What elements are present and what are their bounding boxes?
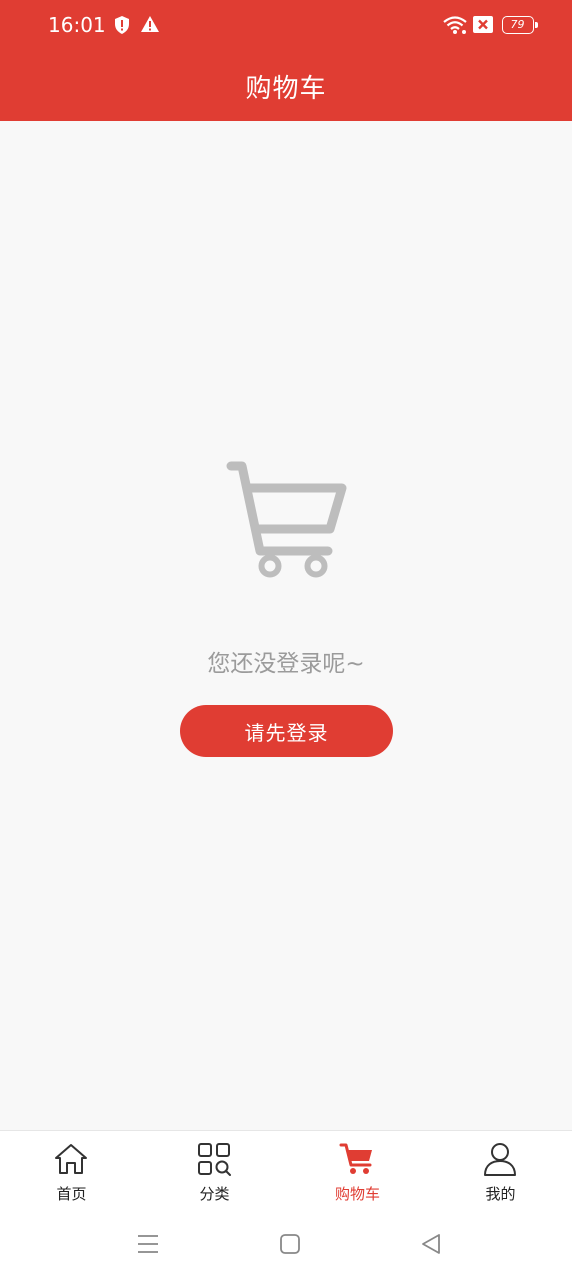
login-button[interactable]: 请先登录: [180, 705, 393, 757]
tab-label: 分类: [199, 1185, 230, 1203]
status-time: 16:01: [48, 13, 106, 37]
system-nav-bar: [0, 1214, 572, 1280]
tab-label: 购物车: [334, 1185, 380, 1203]
tab-label: 首页: [56, 1185, 87, 1203]
app-header: 16:01 79 购物车: [0, 0, 572, 121]
tab-cart[interactable]: 购物车: [286, 1131, 429, 1215]
wifi-icon: [443, 16, 467, 34]
warning-icon: [141, 16, 159, 32]
menu-icon[interactable]: [137, 1233, 159, 1255]
profile-icon: [484, 1143, 516, 1176]
home-icon: [55, 1144, 87, 1174]
home-square-icon[interactable]: [280, 1233, 300, 1255]
empty-cart-message: 您还没登录呢~: [207, 651, 365, 677]
tab-profile[interactable]: 我的: [429, 1131, 572, 1215]
shield-icon: [115, 16, 129, 34]
bottom-tab-bar: 首页 分类 购物车 我的: [0, 1130, 572, 1214]
tab-category[interactable]: 分类: [143, 1131, 286, 1215]
category-icon: [198, 1143, 231, 1176]
tab-label: 我的: [485, 1185, 516, 1203]
cart-icon: [226, 461, 347, 578]
battery-icon: 79: [502, 16, 538, 34]
tab-home[interactable]: 首页: [0, 1131, 143, 1215]
back-triangle-icon[interactable]: [420, 1233, 442, 1255]
battery-level: 79: [510, 18, 525, 31]
page-title: 购物车: [245, 74, 327, 104]
cart-icon: [339, 1143, 372, 1174]
cart-content: [0, 121, 572, 1130]
sim-blocked-icon: [473, 16, 493, 33]
status-bar: 16:01 79: [0, 0, 572, 52]
